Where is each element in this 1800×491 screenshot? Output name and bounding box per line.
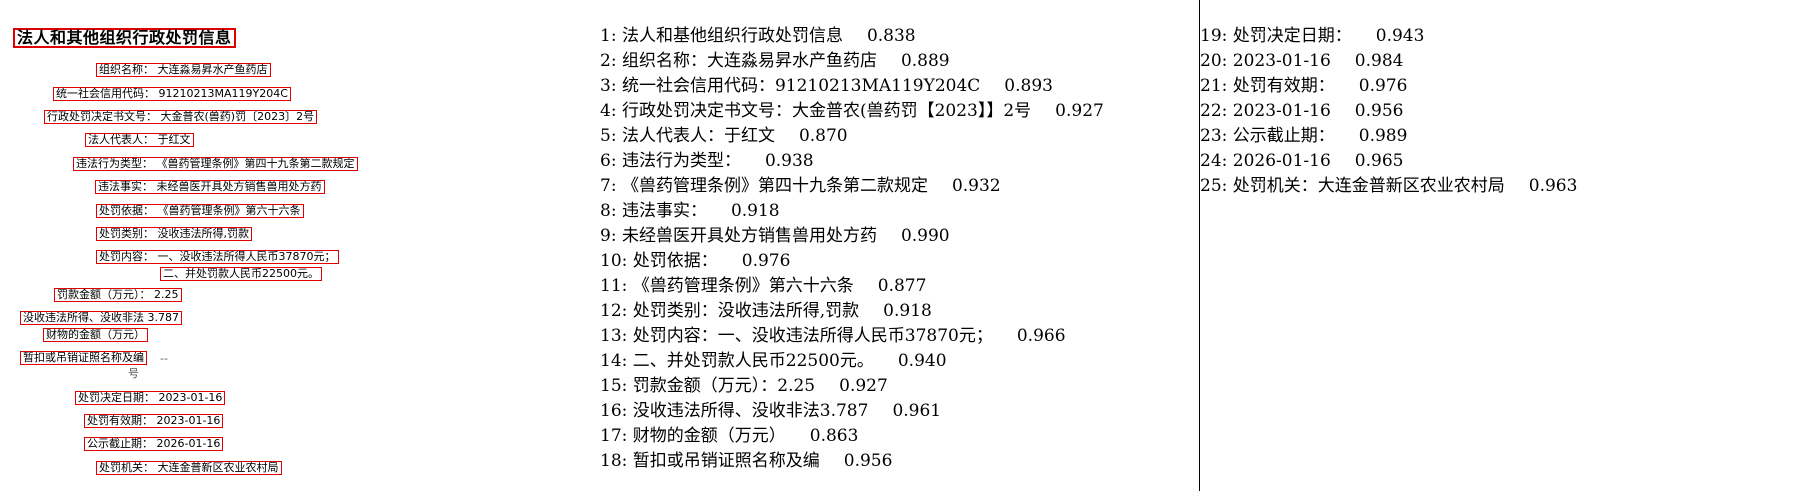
column-divider xyxy=(1199,0,1200,491)
field-penalty-basis: 处罚依据： 《兽药管理条例》第六十六条 xyxy=(96,204,304,218)
ocr-line: 11: 《兽药管理条例》第六十六条 0.877 xyxy=(600,276,927,296)
field-penalty-content: 处罚内容： 一、没收违法所得人民币37870元； xyxy=(96,250,339,264)
ocr-line: 24: 2026-01-16 0.965 xyxy=(1200,151,1404,171)
ocr-line: 12: 处罚类别：没收违法所得,罚款 0.918 xyxy=(600,301,932,321)
field-organization-name: 组织名称： 大连淼易昇水产鱼药店 xyxy=(96,63,271,77)
field-penalty-content-line2: 二、并处罚款人民币22500元。 xyxy=(160,267,322,281)
field-credit-code: 统一社会信用代码： 91210213MA119Y204C xyxy=(53,87,291,101)
ocr-line: 21: 处罚有效期： 0.976 xyxy=(1200,76,1408,96)
ocr-line: 10: 处罚依据： 0.976 xyxy=(600,251,791,271)
field-decision-number: 行政处罚决定书文号： 大金普农(兽药)罚〔2023〕2号 xyxy=(44,110,318,124)
ocr-line: 18: 暂扣或吊销证照名称及编 0.956 xyxy=(600,451,893,471)
field-publicity-deadline: 公示截止期： 2026-01-16 xyxy=(84,437,224,451)
source-document-image: 法人和其他组织行政处罚信息 组织名称： 大连淼易昇水产鱼药店 统一社会信用代码：… xyxy=(0,0,590,491)
ocr-line: 16: 没收违法所得、没收非法3.787 0.961 xyxy=(600,401,942,421)
field-fine-amount: 罚款金额（万元）： 2.25 xyxy=(54,288,182,302)
ocr-line: 4: 行政处罚决定书文号：大金普农(兽药罚【2023】】2号 0.927 xyxy=(600,101,1104,121)
ocr-line: 3: 统一社会信用代码：91210213MA119Y204C 0.893 xyxy=(600,76,1053,96)
ocr-line: 1: 法人和基他组织行政处罚信息 0.838 xyxy=(600,26,916,46)
ocr-line: 8: 违法事实： 0.918 xyxy=(600,201,780,221)
field-confiscation-amount: 没收违法所得、没收非法 3.787 xyxy=(20,311,182,325)
ocr-line: 7: 《兽药管理条例》第四十九条第二款规定 0.932 xyxy=(600,176,1001,196)
ocr-line: 2: 组织名称：大连淼易昇水产鱼药店 0.889 xyxy=(600,51,950,71)
field-penalty-authority: 处罚机关： 大连金普新区农业农村局 xyxy=(96,461,282,475)
ocr-line: 14: 二、并处罚款人民币22500元。 0.940 xyxy=(600,351,947,371)
field-license-revocation-line2: 号 xyxy=(128,367,139,380)
ocr-line: 25: 处罚机关：大连金普新区农业农村局 0.963 xyxy=(1200,176,1578,196)
field-license-revocation-value: -- xyxy=(160,352,168,365)
field-valid-period: 处罚有效期： 2023-01-16 xyxy=(84,414,224,428)
document-title: 法人和其他组织行政处罚信息 xyxy=(13,28,236,48)
field-legal-representative: 法人代表人： 于红文 xyxy=(85,133,194,147)
field-confiscation-amount-line2: 财物的金额（万元） xyxy=(43,328,148,342)
ocr-line: 5: 法人代表人：于红文 0.870 xyxy=(600,126,848,146)
ocr-line: 9: 未经兽医开具处方销售兽用处方药 0.990 xyxy=(600,226,950,246)
ocr-line: 15: 罚款金额（万元）：2.25 0.927 xyxy=(600,376,888,396)
ocr-line: 20: 2023-01-16 0.984 xyxy=(1200,51,1404,71)
ocr-line: 19: 处罚决定日期： 0.943 xyxy=(1200,26,1425,46)
field-decision-date: 处罚决定日期： 2023-01-16 xyxy=(75,391,226,405)
field-penalty-category: 处罚类别： 没收违法所得,罚款 xyxy=(96,227,252,241)
field-violation-type: 违法行为类型： 《兽药管理条例》第四十九条第二款规定 xyxy=(73,157,358,171)
ocr-line: 17: 财物的金额（万元） 0.863 xyxy=(600,426,859,446)
field-license-revocation: 暂扣或吊销证照名称及编 xyxy=(20,351,147,365)
ocr-line: 23: 公示截止期： 0.989 xyxy=(1200,126,1408,146)
ocr-line: 6: 违法行为类型： 0.938 xyxy=(600,151,814,171)
field-violation-facts: 违法事实： 未经兽医开具处方销售兽用处方药 xyxy=(95,180,325,194)
ocr-line: 13: 处罚内容：一、没收违法所得人民币37870元； 0.966 xyxy=(600,326,1066,346)
ocr-line: 22: 2023-01-16 0.956 xyxy=(1200,101,1404,121)
